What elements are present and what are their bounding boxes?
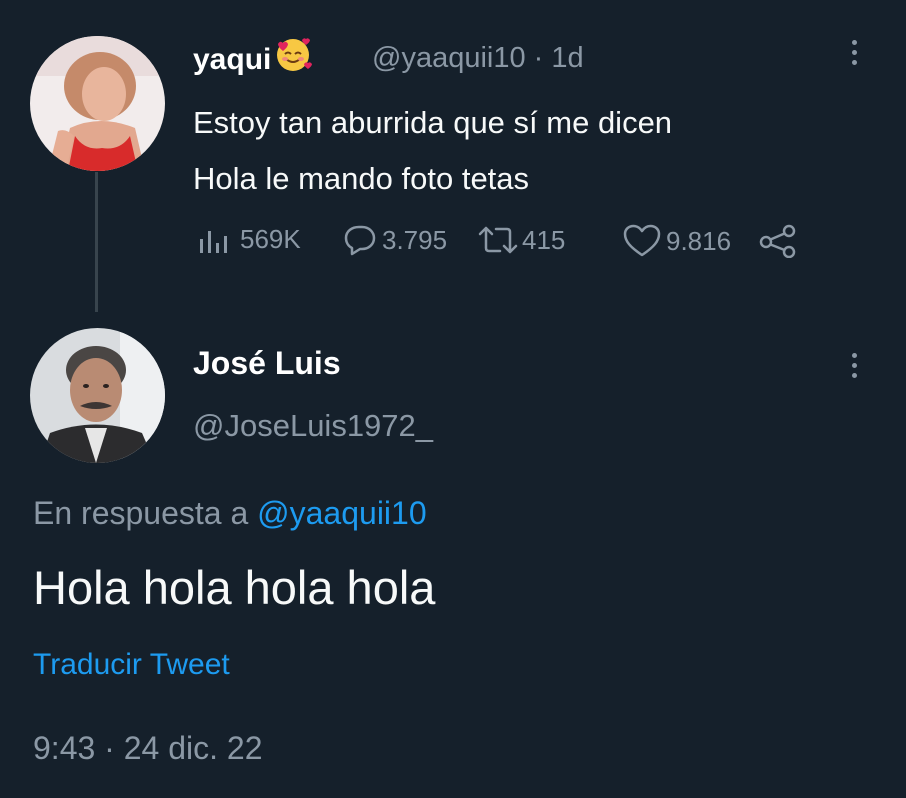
views-count: 569K xyxy=(240,224,301,254)
retweet-count: 415 xyxy=(522,224,566,255)
reply-timestamp[interactable]: 9:43 · 24 dic. 22 xyxy=(33,730,262,767)
tweet-text-line: Estoy tan aburrida que sí me dicen xyxy=(193,105,673,140)
translate-tweet-link[interactable]: Traducir Tweet xyxy=(33,648,230,682)
reply-text: Hola hola hola hola xyxy=(33,561,436,614)
smiling-face-with-hearts-icon xyxy=(273,34,313,82)
tweet-text-line: Hola le mando foto tetas xyxy=(193,161,530,196)
retweet-button[interactable]: 415 xyxy=(478,224,565,256)
replying-to-prefix: En respuesta a xyxy=(33,495,249,531)
heart-icon xyxy=(623,224,661,257)
reply-icon xyxy=(344,225,376,256)
more-vertical-icon[interactable] xyxy=(851,353,859,383)
avatar[interactable] xyxy=(30,36,165,171)
tweet-age[interactable]: 1d xyxy=(551,42,583,74)
reply-author-name[interactable]: José Luis xyxy=(193,345,341,382)
replying-to-mention[interactable]: @yaaquii10 xyxy=(257,495,426,531)
reply-count: 3.795 xyxy=(382,224,448,255)
share-button[interactable] xyxy=(758,224,802,258)
retweet-icon xyxy=(478,226,518,254)
like-count: 9.816 xyxy=(666,225,732,256)
replying-to-line: En respuesta a @yaaquii10 xyxy=(33,495,427,532)
tweet-handle[interactable]: @yaaquii10 xyxy=(372,42,526,74)
tweet-author-name[interactable]: yaqui xyxy=(193,38,313,82)
thread-connector-line xyxy=(95,172,98,312)
like-button[interactable]: 9.816 xyxy=(622,224,731,258)
reply-button[interactable]: 3.795 xyxy=(342,224,447,256)
reply-author-handle[interactable]: @JoseLuis1972_ xyxy=(193,408,433,444)
avatar[interactable] xyxy=(30,328,165,463)
more-vertical-icon[interactable] xyxy=(851,40,859,70)
meta-separator: · xyxy=(533,42,544,74)
views-stat[interactable]: 569K xyxy=(196,224,301,255)
views-icon xyxy=(200,230,227,253)
tweet-text: Estoy tan aburrida que sí me dicen Hola … xyxy=(193,95,883,207)
share-icon xyxy=(759,224,796,258)
tweet-meta: @yaaquii10 · 1d xyxy=(372,42,584,75)
